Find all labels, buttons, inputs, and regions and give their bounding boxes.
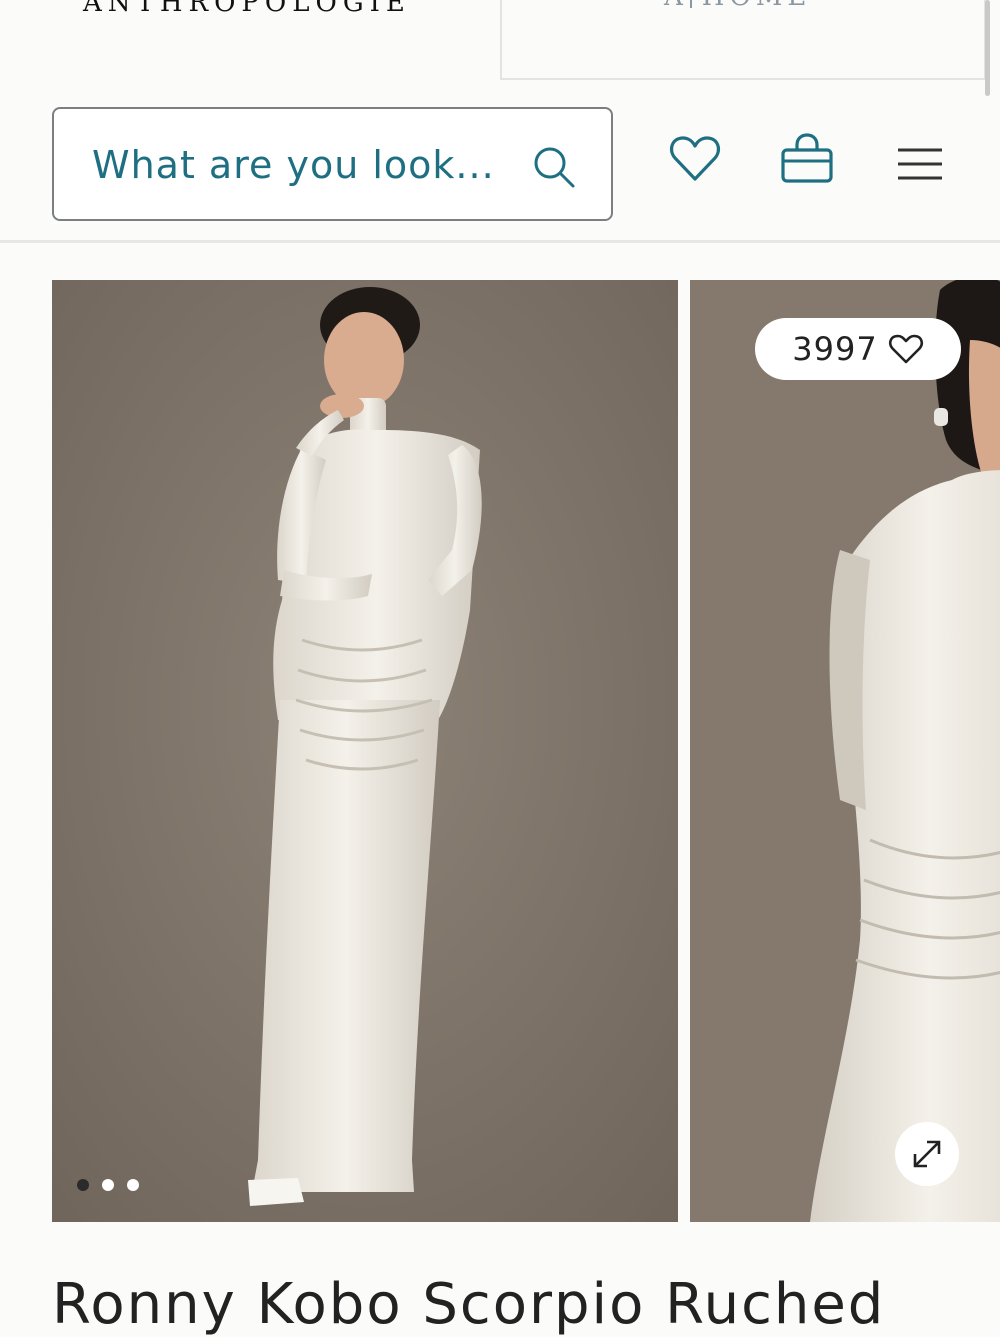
home-label: HOME [702, 0, 812, 12]
home-logo[interactable]: A HOME [664, 0, 811, 12]
heart-icon[interactable] [667, 131, 723, 187]
like-count: 3997 [792, 330, 878, 368]
product-image-gallery[interactable]: 3997 [52, 280, 1000, 1222]
scrollbar[interactable] [985, 0, 990, 96]
carousel-dot-3[interactable] [127, 1179, 139, 1191]
like-button[interactable]: 3997 [755, 318, 961, 380]
expand-icon [913, 1140, 941, 1168]
heart-outline-icon [888, 334, 923, 364]
hamburger-menu-icon[interactable] [894, 136, 950, 192]
home-tab[interactable]: A HOME [500, 0, 986, 80]
header-divider [0, 240, 1000, 243]
carousel-dot-1[interactable] [77, 1179, 89, 1191]
brand-logo[interactable]: ANTHROPOLOGIE [83, 0, 411, 18]
product-image-1[interactable] [52, 280, 678, 1222]
brand-bar: ANTHROPOLOGIE A HOME [0, 0, 1000, 90]
home-prefix: A [664, 0, 688, 12]
model-photo-closeup [690, 280, 1000, 1222]
product-image-2[interactable] [690, 280, 1000, 1222]
shopping-bag-icon[interactable] [779, 131, 835, 187]
model-photo-full [52, 280, 678, 1222]
expand-image-button[interactable] [895, 1122, 959, 1186]
search-box[interactable] [52, 107, 613, 221]
search-input[interactable] [92, 137, 502, 193]
carousel-dot-2[interactable] [102, 1179, 114, 1191]
home-separator [689, 0, 692, 8]
product-title: Ronny Kobo Scorpio Ruched [52, 1272, 886, 1337]
carousel-dots[interactable] [77, 1179, 139, 1191]
search-icon[interactable] [532, 145, 576, 189]
